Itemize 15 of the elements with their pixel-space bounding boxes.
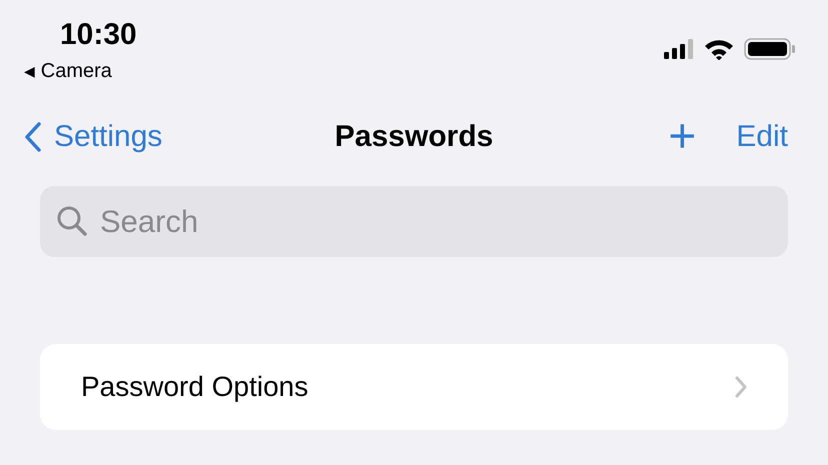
- back-to-app-arrow[interactable]: ◀: [24, 63, 35, 80]
- chevron-left-icon: [24, 122, 42, 152]
- row-label: Password Options: [81, 371, 308, 403]
- battery-icon: [744, 38, 796, 60]
- search-field[interactable]: Search: [40, 186, 788, 257]
- add-button[interactable]: +: [668, 113, 696, 161]
- chevron-right-icon: [734, 375, 748, 399]
- wifi-icon: [704, 38, 734, 60]
- edit-button[interactable]: Edit: [736, 120, 788, 154]
- list-row[interactable]: Password Options: [40, 344, 788, 430]
- page-title: Passwords: [334, 120, 494, 154]
- back-button[interactable]: Settings: [24, 120, 162, 154]
- status-time: 10:30: [60, 18, 137, 52]
- back-to-app-link[interactable]: Camera: [40, 60, 112, 83]
- signal-icon: [664, 39, 694, 59]
